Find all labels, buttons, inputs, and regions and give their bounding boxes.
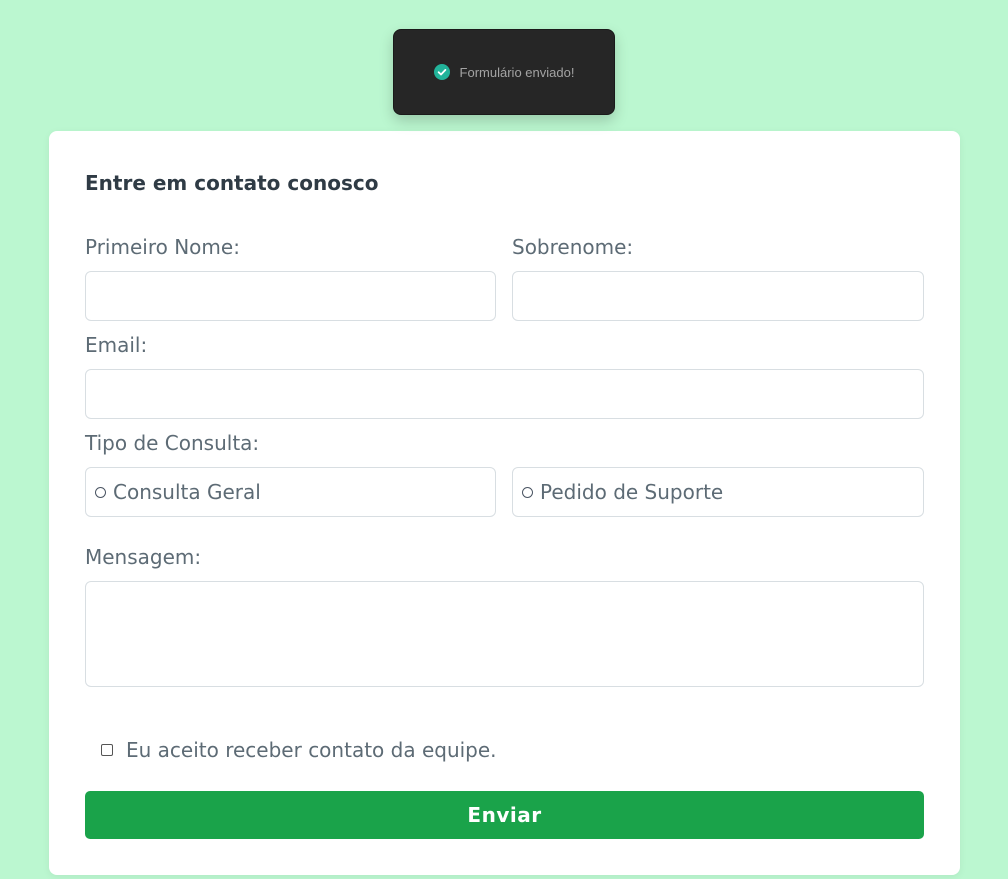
radio-button-general[interactable] <box>95 486 106 498</box>
submit-button[interactable]: Enviar <box>85 791 924 839</box>
email-input[interactable] <box>85 369 924 419</box>
message-textarea[interactable] <box>85 581 924 687</box>
last-name-input[interactable] <box>512 271 924 321</box>
query-type-label: Tipo de Consulta: <box>85 431 260 455</box>
radio-label-general: Consulta Geral <box>113 480 261 504</box>
form-title: Entre em contato conosco <box>85 171 379 195</box>
toast-notification: Formulário enviado! <box>393 29 615 115</box>
radio-label-support: Pedido de Suporte <box>540 480 724 504</box>
radio-button-support[interactable] <box>522 486 533 498</box>
consent-checkbox[interactable] <box>101 744 113 756</box>
email-label: Email: <box>85 333 148 357</box>
contact-form: Entre em contato conosco Primeiro Nome: … <box>49 131 960 875</box>
query-type-option-general[interactable]: Consulta Geral <box>85 467 496 517</box>
first-name-input[interactable] <box>85 271 496 321</box>
last-name-label: Sobrenome: <box>512 235 634 259</box>
toast-message: Formulário enviado! <box>459 64 575 80</box>
first-name-label: Primeiro Nome: <box>85 235 240 259</box>
consent-row[interactable]: Eu aceito receber contato da equipe. <box>101 738 497 762</box>
query-type-option-support[interactable]: Pedido de Suporte <box>512 467 924 517</box>
check-circle-icon <box>433 64 450 80</box>
message-label: Mensagem: <box>85 545 202 569</box>
consent-label: Eu aceito receber contato da equipe. <box>126 738 497 762</box>
